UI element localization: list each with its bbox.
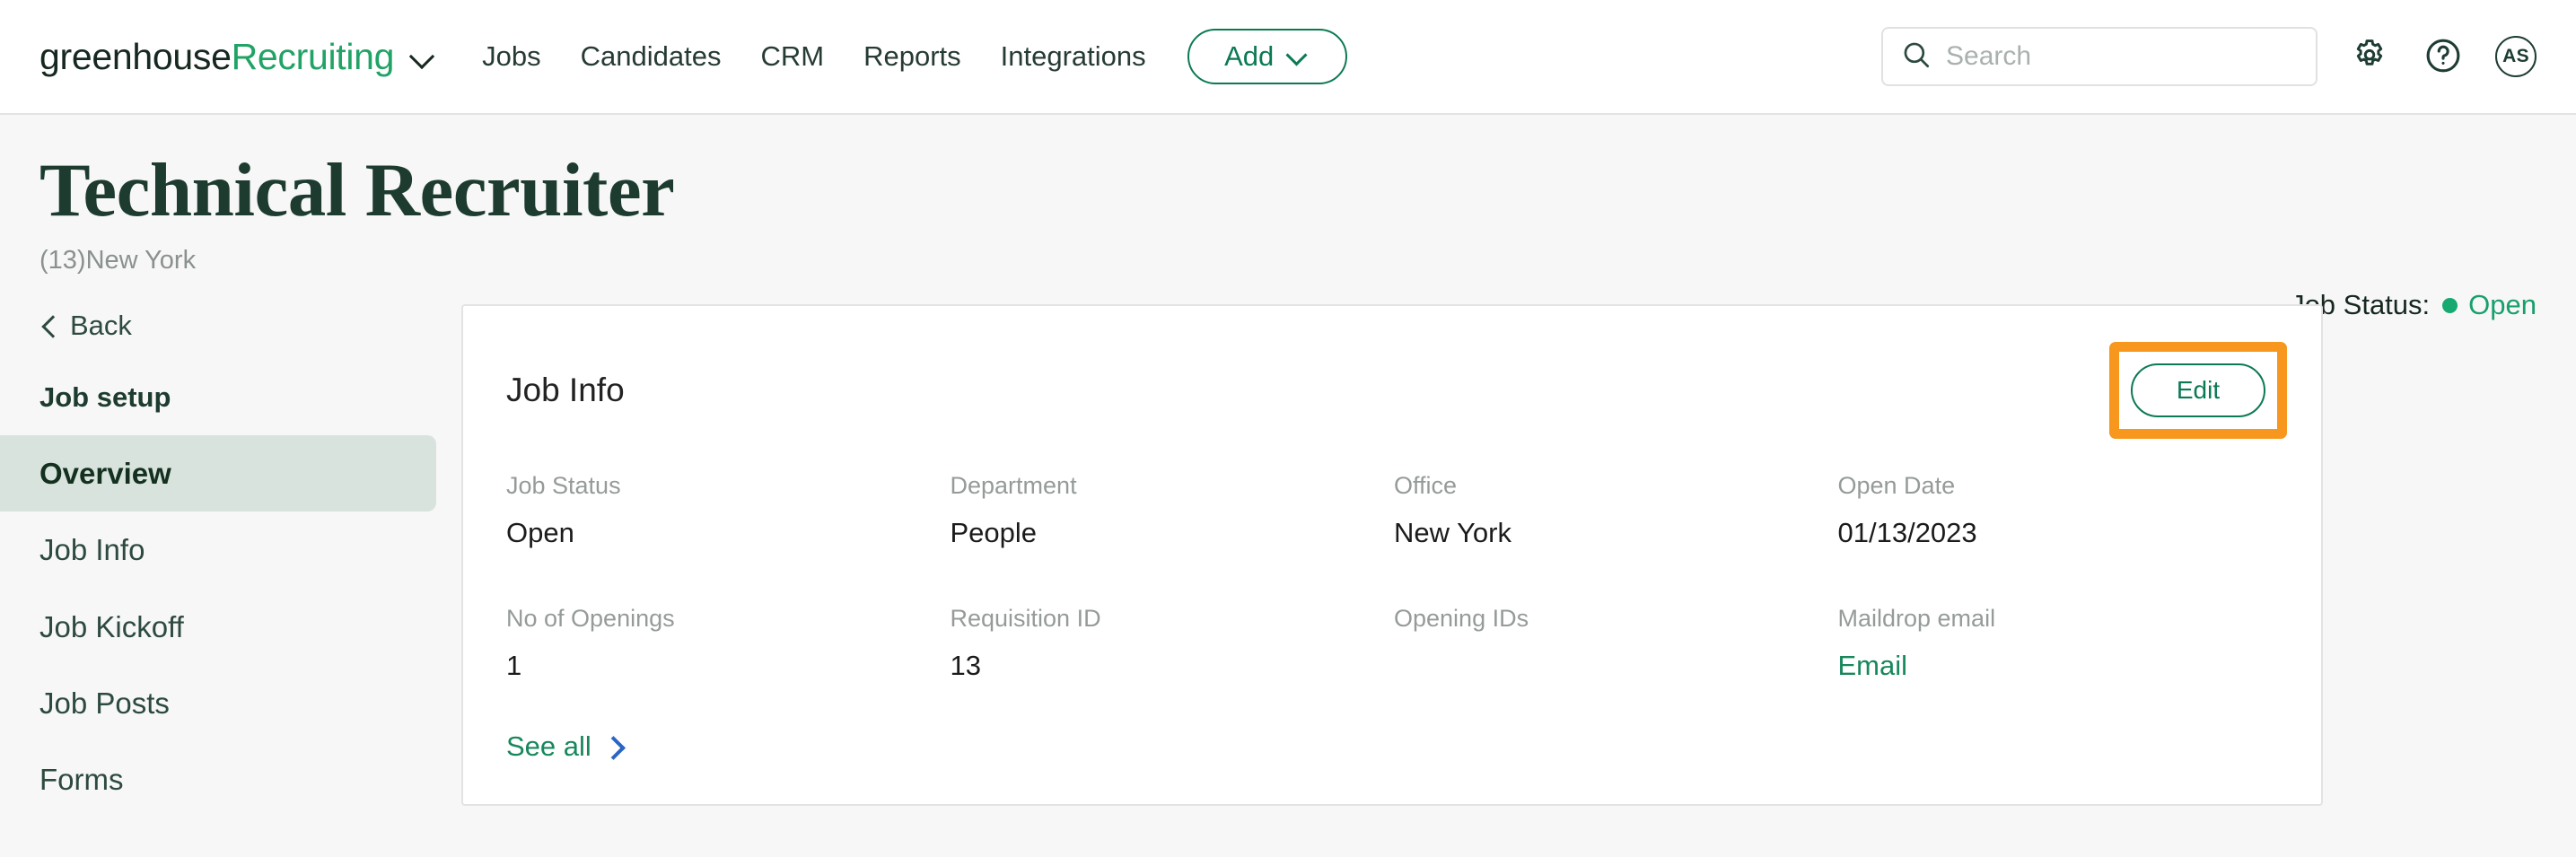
nav-item-crm[interactable]: CRM [759,35,827,78]
field-value: New York [1394,517,1511,549]
sidebar-item-forms[interactable]: Forms [0,741,436,818]
nav-item-candidates[interactable]: Candidates [579,35,723,78]
sidebar-item-job-posts[interactable]: Job Posts [0,665,436,741]
sidebar: Back Job setup Overview Job Info Job Kic… [0,304,461,818]
field-requisition-id: Requisition ID 13 [951,604,1395,683]
see-all-link[interactable]: See all [506,730,623,763]
field-value: 13 [950,649,981,681]
field-label: Requisition ID [950,604,1101,632]
sidebar-item-overview[interactable]: Overview [0,435,436,512]
avatar[interactable]: AS [2495,36,2537,77]
field-value: 1 [506,649,522,681]
page-subtitle: (13)New York [39,246,197,275]
edit-button-highlight: Edit [2109,342,2287,439]
job-status-badge: Job Status: Open [2291,289,2537,321]
job-info-card: Job Info Edit Job Status Open Department… [461,304,2323,807]
field-label: Opening IDs [1394,604,1529,632]
brand-name-primary: greenhouse [39,35,232,77]
field-maildrop-email: Maildrop email Email [1838,604,2282,683]
brand-name-secondary: Recruiting [231,35,395,77]
primary-nav: Jobs Candidates CRM Reports Integrations [480,35,1147,78]
field-value [1394,649,1838,682]
search-box[interactable] [1881,27,2318,86]
field-department: Department People [951,471,1395,550]
chevron-right-icon [603,737,623,756]
field-label: No of Openings [506,604,675,632]
chevron-down-icon [1286,45,1310,68]
search-icon [1901,39,1932,74]
sidebar-item-job-info[interactable]: Job Info [0,512,436,588]
job-status-value: Open [2468,289,2537,320]
field-label: Maildrop email [1837,604,1996,632]
back-link-label: Back [70,310,132,341]
help-button[interactable] [2422,35,2465,78]
top-bar-right-group: AS [1881,27,2537,86]
field-no-of-openings: No of Openings 1 [506,604,951,683]
add-button[interactable]: Add [1187,29,1347,84]
field-value: People [950,517,1038,549]
page-header: Technical Recruiter (13)New York Job Sta… [0,115,2576,321]
field-open-date: Open Date 01/13/2023 [1838,471,2282,550]
field-label: Open Date [1837,472,1956,499]
chevron-down-icon[interactable] [410,45,434,68]
page-title: Technical Recruiter [39,148,675,232]
job-info-fields: Job Status Open Department People Office… [503,471,2282,682]
brand-logo-dropdown[interactable]: greenhouseRecruiting [39,36,434,78]
brand-logo: greenhouseRecruiting [39,36,394,78]
chevron-left-icon [39,317,57,335]
nav-item-integrations[interactable]: Integrations [999,35,1148,78]
avatar-initials: AS [2502,46,2529,66]
field-value: 01/13/2023 [1837,517,1977,549]
see-all-label: See all [506,730,591,763]
status-dot-icon [2442,297,2458,313]
back-link[interactable]: Back [0,304,461,347]
top-navigation-bar: greenhouseRecruiting Jobs Candidates CRM… [0,0,2576,115]
sidebar-item-job-kickoff[interactable]: Job Kickoff [0,589,436,665]
field-office: Office New York [1394,471,1838,550]
field-value: Open [506,517,574,549]
help-icon [2423,36,2463,78]
maildrop-email-link[interactable]: Email [1838,650,1908,681]
add-button-label: Add [1224,40,1275,72]
field-opening-ids: Opening IDs [1394,604,1838,683]
nav-item-jobs[interactable]: Jobs [480,35,542,78]
edit-button[interactable]: Edit [2131,363,2265,417]
settings-button[interactable] [2348,35,2391,78]
field-label: Department [950,472,1077,499]
field-label: Office [1394,472,1458,499]
sidebar-section-title: Job setup [39,381,171,413]
job-info-card-header: Job Info Edit [503,342,2287,439]
field-label: Job Status [506,472,621,499]
nav-item-reports[interactable]: Reports [862,35,963,78]
field-job-status: Job Status Open [506,471,951,550]
main-content: Back Job setup Overview Job Info Job Kic… [0,304,2576,818]
card-title: Job Info [506,372,625,408]
search-input[interactable] [1946,41,2298,72]
gear-icon [2351,37,2388,77]
